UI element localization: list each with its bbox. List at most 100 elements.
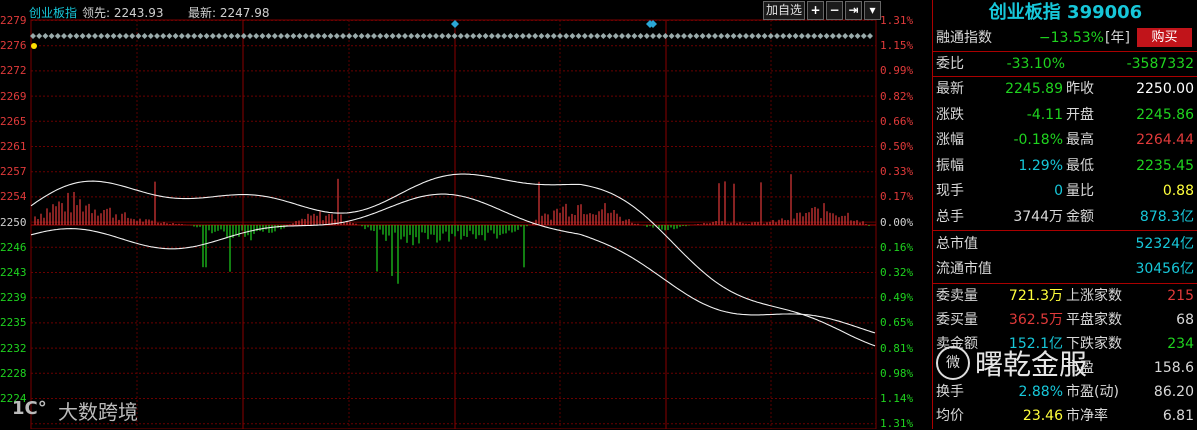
quote-row: 涨幅 -0.18% 最高 2264.44 [933, 128, 1197, 152]
price-tick-label: 2246 [0, 240, 27, 254]
percent-tick-label: 1.15% [880, 39, 914, 53]
marker-dot [619, 33, 625, 39]
marker-dot [594, 33, 601, 39]
buy-button[interactable]: 购买 [1137, 28, 1192, 47]
marker-dot [699, 33, 706, 39]
cap-value: 52324亿 [1135, 236, 1194, 252]
event-dot [31, 43, 37, 49]
marker-dot [216, 33, 222, 39]
price-tick-label: 2235 [0, 316, 27, 330]
marker-dot [507, 33, 514, 39]
watermark-text: 大数跨境 [58, 400, 138, 424]
marker-dot [284, 33, 291, 39]
percent-tick-label: 0.66% [880, 114, 914, 128]
watermark-logo-icon: 1C° [12, 398, 47, 419]
marker-dot [557, 33, 563, 39]
marker-dot [271, 33, 278, 39]
wechat-icon: 微 [936, 346, 970, 380]
price-tick-label: 2250 [0, 215, 27, 229]
marker-dot [240, 33, 247, 39]
marker-dot [842, 33, 849, 39]
breadth-row: 委买量 362.5万 平盘家数 68 [933, 308, 1197, 332]
marker-dot [98, 33, 105, 39]
row-label: 委买量 [936, 312, 978, 328]
percent-tick-label: 1.31% [880, 417, 914, 430]
chart-watermark: 1C° 大数跨境 [8, 396, 158, 424]
quote-row: 现手 0 量比 0.88 [933, 179, 1197, 203]
marker-dot [104, 33, 111, 39]
menu-button[interactable]: ▾ [864, 1, 881, 20]
marker-dot [612, 33, 619, 39]
marker-dot [544, 33, 551, 39]
marker-dot [656, 33, 663, 39]
wb-label: 委比 [936, 56, 964, 72]
add-watchlist-button[interactable]: 加自选 [763, 1, 805, 20]
marker-dot [222, 33, 229, 39]
price-tick-label: 2257 [0, 165, 27, 179]
row-value-2: 2245.86 [1136, 106, 1194, 123]
marker-dot [67, 33, 74, 39]
marker-dot [61, 33, 67, 39]
rz-unit: [年] [1105, 30, 1130, 46]
row-value: 362.5万 [1008, 312, 1063, 328]
chart-toolbar: 创业板指 领先: 2243.93 最新: 2247.98 加自选 + − ⇥ ▾ [0, 0, 932, 20]
row-value-2: 68 [1176, 312, 1194, 328]
event-marker-icon [451, 20, 459, 28]
row-value-2: 215 [1167, 288, 1194, 304]
marker-dot [836, 33, 842, 39]
marker-dot [129, 33, 136, 39]
marker-dot [228, 33, 235, 39]
marker-dot [581, 33, 588, 39]
marker-dot [309, 33, 315, 39]
marker-dot [674, 33, 681, 39]
row-label: 均价 [936, 408, 964, 424]
percent-tick-label: 1.31% [880, 14, 914, 27]
price-tick-label: 2269 [0, 89, 27, 103]
zoom-out-button[interactable]: − [826, 1, 843, 20]
marker-dot [513, 33, 520, 39]
marker-dot [811, 33, 818, 39]
marker-dot [135, 33, 142, 39]
row-label-2: 市净率 [1066, 408, 1108, 424]
marker-dot [154, 33, 160, 39]
marker-dot [501, 33, 508, 39]
marker-dot [203, 33, 210, 39]
marker-dot [92, 33, 98, 39]
marker-dot [650, 33, 656, 39]
marker-dot [333, 33, 340, 39]
row-value-2: 2264.44 [1136, 132, 1194, 148]
marker-dot [358, 33, 365, 39]
intraday-chart-panel[interactable]: 创业板指 领先: 2243.93 最新: 2247.98 加自选 + − ⇥ ▾… [0, 0, 932, 430]
marker-dot [160, 33, 167, 39]
marker-dot [792, 33, 799, 39]
marker-dot [718, 33, 725, 39]
intraday-chart[interactable] [0, 0, 932, 429]
row-value-2: 6.81 [1162, 408, 1194, 424]
row-value: 3744万 [1013, 208, 1063, 225]
percent-tick-label: 0.82% [880, 89, 914, 103]
price-tick-label: 2279 [0, 14, 27, 27]
price-tick-label: 2243 [0, 266, 27, 279]
zoom-in-button[interactable]: + [807, 1, 824, 20]
marker-dot [730, 33, 737, 39]
marker-dot [575, 33, 582, 39]
row-value-2: 2235.45 [1136, 157, 1194, 174]
marker-dot [364, 33, 371, 39]
quote-title: 创业板指 399006 [988, 2, 1143, 23]
last-label: 最新: [188, 6, 217, 20]
price-tick-label: 2254 [0, 190, 27, 204]
marker-dot [178, 33, 185, 39]
marker-dot [867, 33, 873, 39]
cap-label: 流通市值 [936, 261, 992, 277]
marker-dot [712, 33, 718, 39]
quote-info-panel: 创业板指 399006 融通指数 −13.53% [年] 购买 委比 -33.1… [932, 0, 1197, 429]
marker-dot [724, 33, 731, 39]
marker-dot [209, 33, 216, 39]
marker-dot [439, 33, 446, 39]
row-label: 总手 [936, 208, 964, 225]
quote-row: 振幅 1.29% 最低 2235.45 [933, 154, 1197, 178]
marker-dot [73, 33, 80, 39]
next-button[interactable]: ⇥ [845, 1, 862, 20]
marker-dot [315, 33, 322, 39]
row-value: 0 [1054, 183, 1063, 199]
